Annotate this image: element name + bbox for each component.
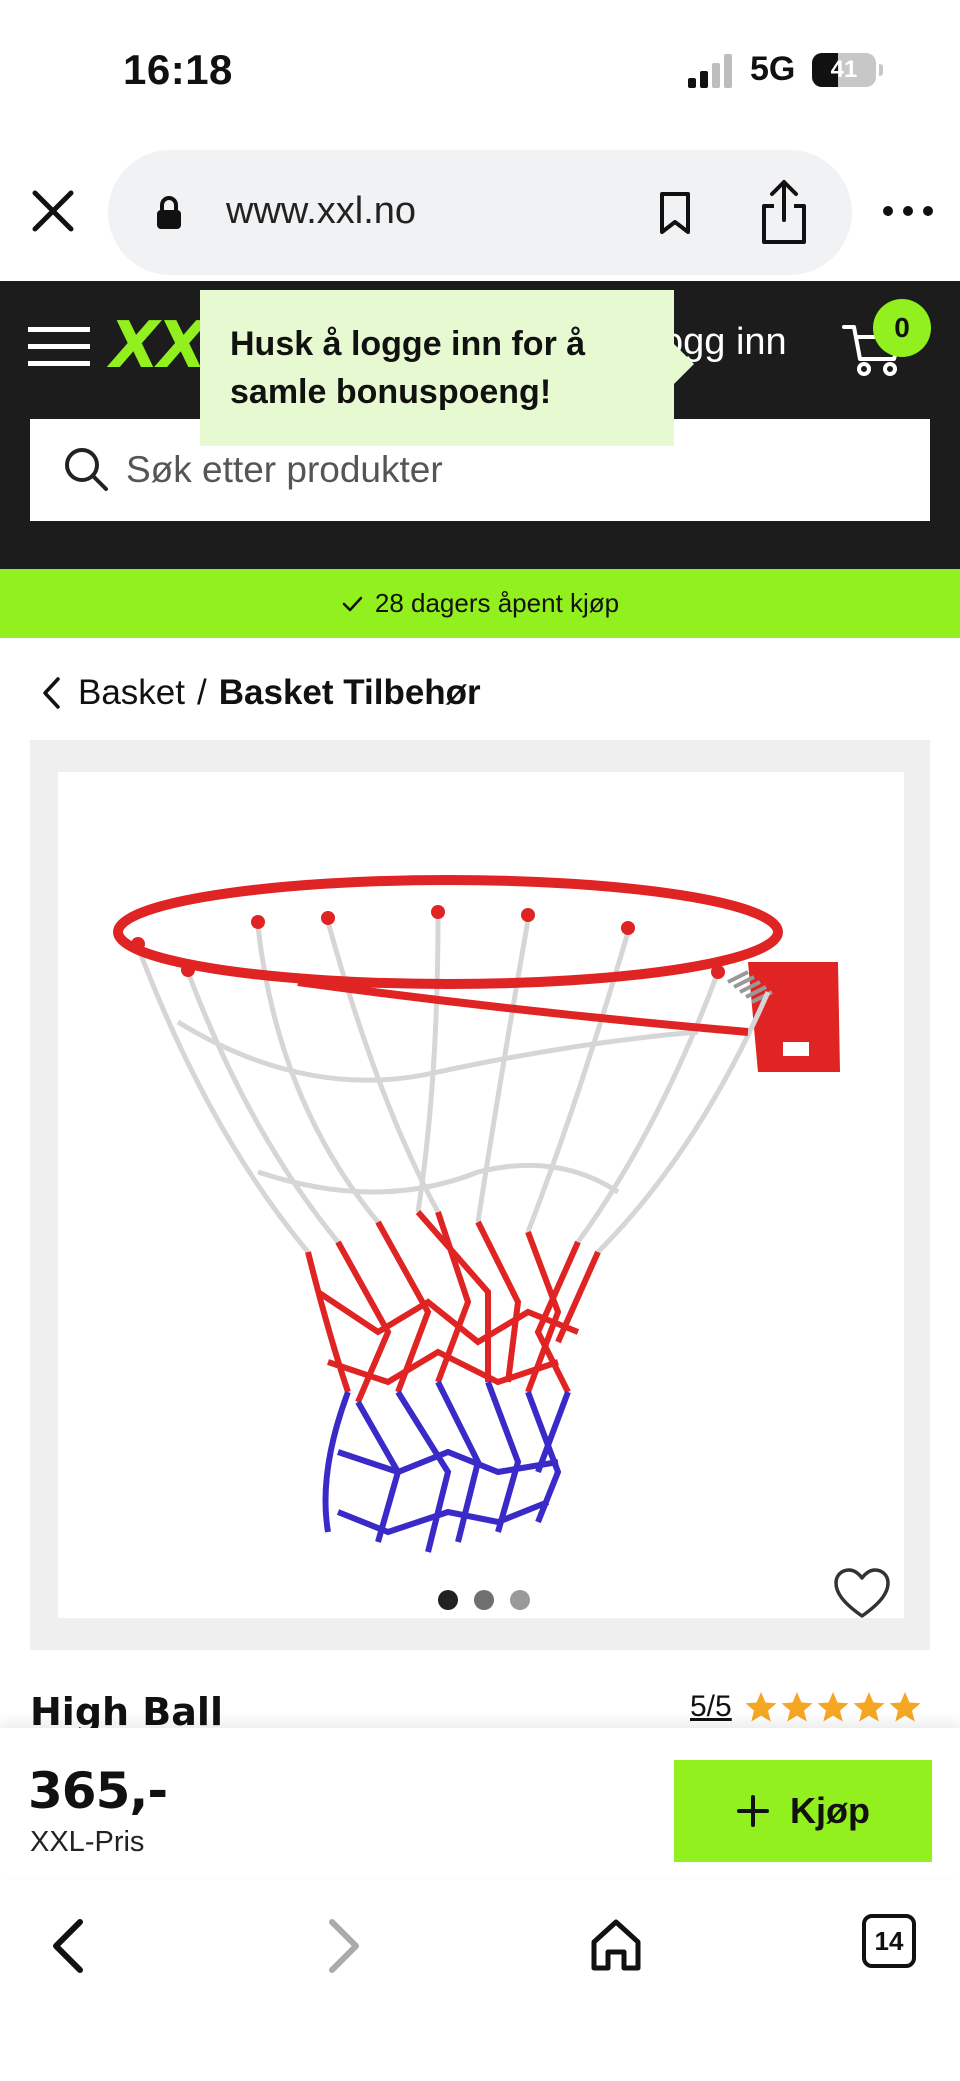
- breadcrumb-parent-link[interactable]: Basket: [78, 673, 185, 713]
- promo-strip: 28 dagers åpent kjøp: [0, 569, 960, 638]
- product-gallery: [30, 740, 930, 1650]
- star-icon: [745, 1692, 777, 1722]
- gallery-dot-2[interactable]: [474, 1590, 494, 1610]
- network-label: 5G: [750, 50, 796, 88]
- gallery-pagination: [438, 1590, 530, 1610]
- browser-toolbar: 14: [0, 1880, 960, 2000]
- cart-count-badge[interactable]: 0: [873, 299, 931, 357]
- status-bar: 16:18 5G 41: [0, 0, 960, 140]
- gallery-dot-1[interactable]: [438, 1590, 458, 1610]
- rating-stars: [744, 1690, 922, 1724]
- battery-tip: [879, 64, 883, 76]
- more-icon[interactable]: [880, 186, 936, 236]
- breadcrumb-separator: /: [197, 673, 207, 712]
- tooltip-text: Husk å logge inn for å samle bonuspoeng!: [230, 325, 586, 411]
- home-icon[interactable]: [586, 1914, 646, 1974]
- star-icon: [781, 1692, 813, 1722]
- tabs-button[interactable]: 14: [862, 1914, 916, 1968]
- rating-link[interactable]: 5/5: [690, 1690, 732, 1724]
- product-rating[interactable]: 5/5: [690, 1690, 922, 1724]
- signal-icon: [688, 54, 732, 88]
- battery-icon: 41: [812, 53, 876, 87]
- bookmark-icon[interactable]: [650, 188, 700, 238]
- gallery-frame[interactable]: [58, 772, 904, 1618]
- url-text: www.xxl.no: [226, 190, 417, 232]
- plus-icon: [737, 1795, 769, 1827]
- buy-button[interactable]: Kjøp: [674, 1760, 932, 1862]
- back-arrow-icon[interactable]: [44, 1916, 92, 1976]
- star-icon: [889, 1692, 921, 1722]
- buy-label: Kjøp: [790, 1790, 870, 1831]
- forward-arrow-icon[interactable]: [320, 1916, 368, 1976]
- close-icon: [32, 190, 74, 232]
- search-icon: [65, 448, 108, 491]
- check-icon: [342, 596, 363, 611]
- status-time: 16:18: [123, 46, 233, 93]
- lock-icon: [157, 196, 181, 229]
- close-button[interactable]: [22, 180, 84, 242]
- product-price: 365,-: [28, 1762, 168, 1820]
- share-icon[interactable]: [754, 176, 814, 248]
- hamburger-menu-icon[interactable]: [28, 321, 90, 371]
- star-icon: [853, 1692, 885, 1722]
- sticky-buy-bar: 365,- XXL-Pris Kjøp: [0, 1728, 960, 1878]
- gallery-dot-3[interactable]: [510, 1590, 530, 1610]
- breadcrumb: Basket / Basket Tilbehør: [40, 668, 481, 718]
- star-icon: [817, 1692, 849, 1722]
- breadcrumb-current: Basket Tilbehør: [218, 673, 481, 712]
- heart-icon[interactable]: [832, 1566, 892, 1622]
- address-bar[interactable]: www.xxl.no: [108, 150, 852, 275]
- chevron-left-icon[interactable]: [40, 675, 62, 711]
- promo-text: 28 dagers åpent kjøp: [374, 588, 620, 618]
- battery-level: 41: [830, 56, 858, 83]
- price-label: XXL-Pris: [30, 1826, 145, 1858]
- product-image-basketball-hoop[interactable]: [58, 772, 904, 1618]
- login-reminder-tooltip: Husk å logge inn for å samle bonuspoeng!: [200, 290, 694, 446]
- tooltip-arrow: [672, 342, 694, 386]
- browser-bar: www.xxl.no: [0, 140, 960, 280]
